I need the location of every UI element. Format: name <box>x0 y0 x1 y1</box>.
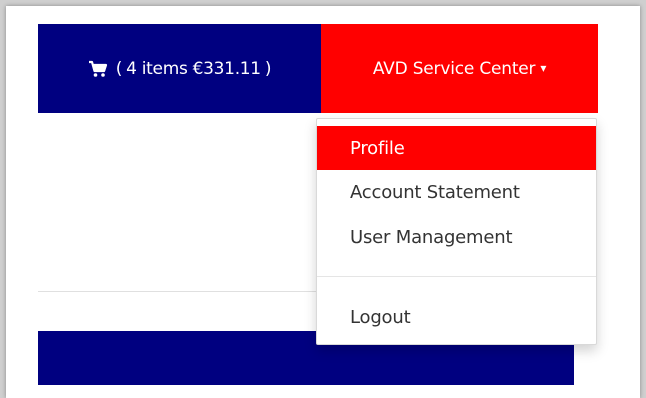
menu-divider <box>317 276 596 277</box>
chevron-down-icon: ▾ <box>540 60 547 75</box>
top-navbar: ( 4 items €331.11 ) AVD Service Center ▾ <box>38 24 598 113</box>
account-dropdown-menu: Profile Account Statement User Managemen… <box>316 118 597 345</box>
content-divider <box>38 291 318 292</box>
cart-open-paren: ( <box>115 58 123 79</box>
menu-item-label: Profile <box>350 137 405 159</box>
account-name-label: AVD Service Center <box>372 58 536 79</box>
menu-item-user-management[interactable]: User Management <box>317 215 596 259</box>
menu-item-label: Account Statement <box>350 181 520 203</box>
cart-text: ( 4 items €331.11 ) <box>115 58 272 79</box>
menu-item-label: Logout <box>350 306 411 328</box>
cart-close-paren: ) <box>264 58 272 79</box>
shopping-cart-icon <box>88 60 108 78</box>
menu-item-label: User Management <box>350 226 513 248</box>
menu-item-profile[interactable]: Profile <box>317 126 596 170</box>
cart-summary-link[interactable]: ( 4 items €331.11 ) <box>38 24 321 113</box>
menu-item-logout[interactable]: Logout <box>317 295 596 339</box>
cart-summary-text: 4 items €331.11 <box>126 58 261 79</box>
menu-item-account-statement[interactable]: Account Statement <box>317 170 596 214</box>
account-menu-toggle[interactable]: AVD Service Center ▾ <box>321 24 598 113</box>
